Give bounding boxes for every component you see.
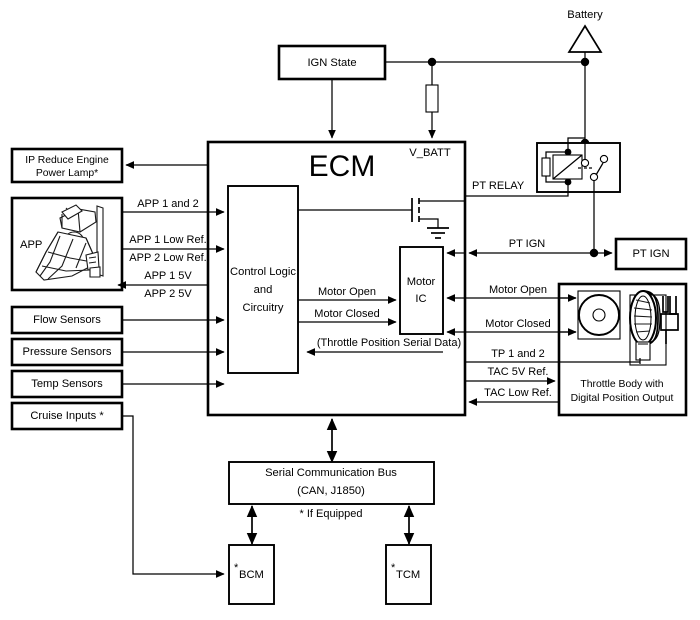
- tp-1-and-2-label: TP 1 and 2: [491, 348, 545, 360]
- diagram-canvas: ECM V_BATT Control Logic and Circuitry M…: [0, 0, 700, 620]
- pt-relay-label: PT RELAY: [472, 180, 525, 192]
- battery-label: Battery: [567, 9, 603, 21]
- ip-lamp-line1: IP Reduce Engine: [25, 155, 109, 166]
- battery-triangle-icon: [567, 24, 603, 53]
- control-logic-line1: Control Logic: [230, 266, 296, 278]
- ign-state-label: IGN State: [307, 57, 356, 69]
- app-label: APP: [20, 239, 42, 251]
- control-logic-line2: and: [254, 284, 273, 296]
- throttle-body-line1: Throttle Body with: [580, 379, 663, 390]
- tac-low-ref-label: TAC Low Ref.: [484, 387, 552, 399]
- relay-contact-common: [580, 158, 590, 168]
- motor-closed-right-label: Motor Closed: [485, 318, 550, 330]
- temp-sensors-label: Temp Sensors: [31, 378, 103, 390]
- control-logic-line3: Circuitry: [242, 302, 283, 314]
- motor-ic-line1: Motor: [407, 276, 436, 288]
- tac-5v-ref-label: TAC 5V Ref.: [488, 366, 549, 378]
- footnote-if-equipped: * If Equipped: [300, 508, 363, 520]
- control-logic-box: [227, 185, 299, 374]
- block-diagram-svg: ECM V_BATT Control Logic and Circuitry M…: [10, 9, 688, 605]
- v-batt-label: V_BATT: [409, 147, 451, 159]
- motor-ic-line2: IC: [415, 293, 426, 305]
- motor-open-right-label: Motor Open: [489, 284, 547, 296]
- relay-contact-no: [599, 154, 609, 164]
- cruise-inputs-label: Cruise Inputs *: [30, 410, 104, 422]
- app-signal-4-label: APP 2 5V: [144, 288, 192, 300]
- app-signal-0-label: APP 1 and 2: [137, 198, 199, 210]
- pt-ign-signal-label: PT IGN: [509, 238, 546, 250]
- ecm-title: ECM: [309, 150, 376, 183]
- motor-ic-box: [399, 246, 444, 335]
- internal-motor-closed-label: Motor Closed: [314, 308, 379, 320]
- ip-lamp-line2: Power Lamp*: [36, 168, 98, 179]
- internal-motor-open-label: Motor Open: [318, 286, 376, 298]
- flow-sensors-label: Flow Sensors: [33, 314, 101, 326]
- wire-cruise-inputs-to-bcm: [122, 415, 225, 578]
- app-signal-3-label: APP 1 5V: [144, 270, 192, 282]
- app-signal-2-label: APP 2 Low Ref.: [129, 252, 206, 264]
- pressure-sensors-label: Pressure Sensors: [23, 346, 112, 358]
- pt-ign-box-label: PT IGN: [632, 248, 669, 260]
- relay-resistor: [541, 157, 551, 177]
- app-signal-1-label: APP 1 Low Ref.: [129, 234, 206, 246]
- bcm-label: BCM: [239, 569, 264, 581]
- serial-bus-line1: Serial Communication Bus: [265, 467, 397, 479]
- throttle-body-line2: Digital Position Output: [571, 393, 674, 404]
- tcm-label: TCM: [396, 569, 420, 581]
- throttle-serial-data-label: (Throttle Position Serial Data): [317, 337, 461, 349]
- fuse-symbol: [425, 84, 439, 113]
- serial-bus-line2: (CAN, J1850): [297, 485, 365, 497]
